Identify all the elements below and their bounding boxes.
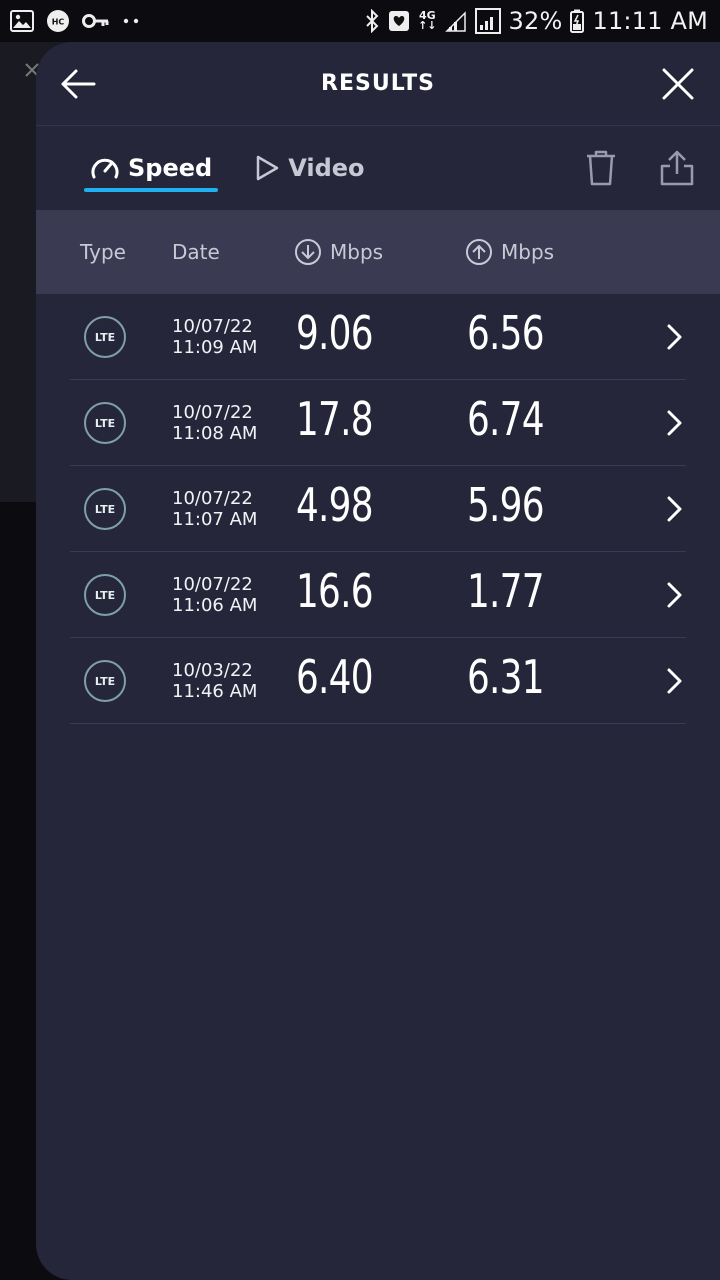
- page-title: RESULTS: [321, 71, 435, 96]
- column-type[interactable]: Type: [80, 210, 126, 294]
- upload-speed: 6.56: [467, 306, 545, 360]
- download-speed: 16.6: [296, 564, 374, 618]
- lte-badge: LTE: [84, 402, 126, 444]
- result-datetime: 10/07/22 11:09 AM: [172, 316, 257, 358]
- result-date: 10/07/22: [172, 316, 253, 337]
- status-right: 4G ↑↓ 32% 11:11 AM: [364, 7, 708, 35]
- column-date-label: Date: [172, 240, 220, 264]
- column-download-label: Mbps: [330, 240, 384, 264]
- column-upload[interactable]: Mbps: [465, 210, 554, 294]
- chevron-right-icon: [667, 324, 682, 350]
- close-button[interactable]: [658, 64, 698, 104]
- result-time: 11:08 AM: [172, 423, 258, 444]
- tabs-row: Speed Video: [36, 126, 720, 210]
- result-datetime: 10/07/22 11:08 AM: [172, 402, 257, 444]
- download-speed: 6.40: [296, 650, 374, 704]
- speedometer-icon: [91, 158, 119, 179]
- lte-badge: LTE: [84, 660, 126, 702]
- tab-speed-label: Speed: [128, 154, 213, 182]
- upload-speed: 1.77: [467, 564, 545, 618]
- result-time: 11:46 AM: [172, 681, 258, 702]
- result-date: 10/07/22: [172, 402, 253, 423]
- hc-label: HC: [52, 18, 65, 27]
- chevron-right-icon: [667, 668, 682, 694]
- results-table-header: Type Date Mbps Mbps: [36, 210, 720, 294]
- download-speed: 17.8: [296, 392, 374, 446]
- chevron-right-icon: [667, 582, 682, 608]
- battery-icon: [570, 9, 585, 33]
- share-icon: [660, 150, 694, 186]
- chevron-right-icon: [667, 410, 682, 436]
- network-type-label: 4G: [418, 9, 436, 22]
- share-button[interactable]: [658, 148, 696, 188]
- hc-icon: HC: [46, 9, 70, 33]
- table-row[interactable]: LTE 10/07/22 11:09 AM 9.06 6.56: [70, 294, 686, 380]
- column-date[interactable]: Date: [172, 210, 220, 294]
- table-row[interactable]: LTE 10/07/22 11:08 AM 17.8 6.74: [70, 380, 686, 466]
- result-datetime: 10/07/22 11:06 AM: [172, 574, 257, 616]
- table-row[interactable]: LTE 10/07/22 11:07 AM 4.98 5.96: [70, 466, 686, 552]
- play-icon: [256, 155, 279, 181]
- table-row[interactable]: LTE 10/07/22 11:06 AM 16.6 1.77: [70, 552, 686, 638]
- sheet-header: RESULTS: [36, 42, 720, 126]
- table-row[interactable]: LTE 10/03/22 11:46 AM 6.40 6.31: [70, 638, 686, 724]
- signal-icon-2: [474, 8, 501, 34]
- column-upload-label: Mbps: [501, 240, 555, 264]
- results-sheet: RESULTS Speed Video Type Date Mbps Mbps …: [36, 42, 720, 1280]
- download-arrow-icon: [295, 239, 321, 265]
- upload-speed: 6.31: [467, 650, 545, 704]
- result-date: 10/07/22: [172, 488, 253, 509]
- bluetooth-icon: [364, 9, 380, 33]
- result-time: 11:06 AM: [172, 595, 258, 616]
- download-speed: 4.98: [296, 478, 374, 532]
- tab-speed[interactable]: Speed: [84, 138, 219, 198]
- result-time: 11:07 AM: [172, 509, 258, 530]
- close-icon: [662, 68, 694, 100]
- status-bar: HC 4G ↑↓ 32% 11:11 AM: [0, 0, 720, 42]
- lte-badge: LTE: [84, 316, 126, 358]
- upload-arrow-icon: [466, 239, 492, 265]
- heart-notification-icon: [388, 10, 410, 32]
- download-speed: 9.06: [296, 306, 374, 360]
- tab-actions: [582, 148, 696, 188]
- delete-button[interactable]: [582, 148, 620, 188]
- more-notifications-icon: [122, 17, 140, 25]
- image-icon: [10, 10, 34, 32]
- signal-icon: [444, 9, 467, 33]
- result-time: 11:09 AM: [172, 337, 258, 358]
- arrow-left-icon: [61, 69, 96, 99]
- tab-video[interactable]: Video: [254, 138, 365, 198]
- back-button[interactable]: [58, 64, 98, 104]
- upload-speed: 5.96: [467, 478, 545, 532]
- result-date: 10/03/22: [172, 660, 253, 681]
- result-date: 10/07/22: [172, 574, 253, 595]
- upload-speed: 6.74: [467, 392, 545, 446]
- lte-badge: LTE: [84, 574, 126, 616]
- column-type-label: Type: [80, 240, 126, 264]
- battery-percent: 32%: [508, 7, 563, 35]
- network-type: 4G ↑↓: [418, 9, 437, 32]
- result-datetime: 10/07/22 11:07 AM: [172, 488, 257, 530]
- chevron-right-icon: [667, 496, 682, 522]
- trash-icon: [587, 150, 615, 186]
- result-datetime: 10/03/22 11:46 AM: [172, 660, 257, 702]
- key-icon: [82, 12, 110, 30]
- tab-video-label: Video: [288, 154, 365, 182]
- column-download[interactable]: Mbps: [294, 210, 383, 294]
- clock: 11:11 AM: [592, 7, 708, 35]
- lte-badge: LTE: [84, 488, 126, 530]
- status-left: HC: [10, 9, 140, 33]
